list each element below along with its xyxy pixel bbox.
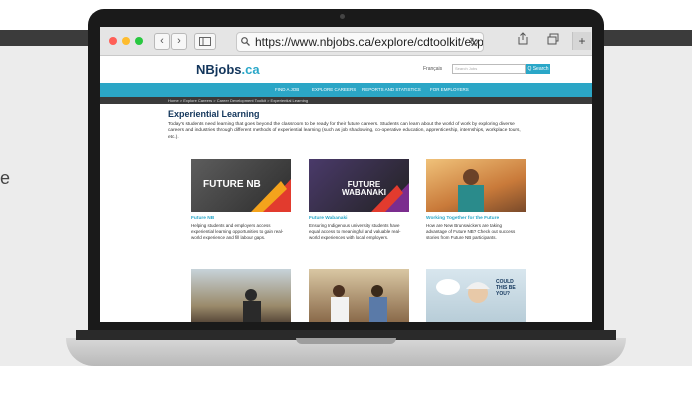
card-desc-future-nb: Helping students and employers access ex… [191,223,284,240]
intro-paragraph: Today's students need learning that goes… [168,122,521,140]
card-title-future-wabanaki[interactable]: Future Wabanaki [309,216,347,221]
reload-icon[interactable]: ↻ [469,33,479,51]
window-close-dot[interactable] [109,37,117,45]
future-nb-image-text: FUTURE NB [203,179,261,190]
tabs-icon[interactable] [544,32,562,50]
nav-find-a-job[interactable]: FIND A JOB [275,87,299,92]
language-link[interactable]: Français [423,66,442,72]
main-navigation: FIND A JOB EXPLORE CAREERS REPORTS AND S… [100,83,592,97]
url-text: https://www.nbjobs.ca/explore/cdtoolkit/… [255,35,484,49]
window-minimize-dot[interactable] [122,37,130,45]
side-text: e [0,168,11,188]
laptop-base [66,330,626,366]
laptop-lid: ‹ › https://www.nbjobs.ca/explore/cdtool… [88,9,604,342]
breadcrumb-text[interactable]: Home > Explore Careers > Career Developm… [168,98,308,103]
bottom-card-image-2[interactable] [309,269,409,322]
future-wabanaki-image[interactable]: FUTURE WABANAKI [309,159,409,212]
laptop-screen: ‹ › https://www.nbjobs.ca/explore/cdtool… [100,27,592,322]
bottom-card-image-1[interactable] [191,269,291,322]
card-title-future-nb[interactable]: Future NB [191,216,214,221]
sidebar-icon[interactable] [194,33,216,50]
browser-toolbar: ‹ › https://www.nbjobs.ca/explore/cdtool… [100,27,592,56]
card-title-working-together[interactable]: Working Together for the Future [426,216,499,221]
nav-for-employers[interactable]: FOR EMPLOYERS [430,87,469,92]
back-button[interactable]: ‹ [154,33,170,50]
working-together-image[interactable] [426,159,526,212]
search-input[interactable]: Search Jobs [452,64,526,74]
logo-nb: NB [196,62,215,77]
card-desc-future-wabanaki: Ensuring Indigenous university students … [309,223,401,240]
laptop-notch [296,338,396,344]
nav-explore-careers[interactable]: EXPLORE CAREERS [312,87,356,92]
future-nb-image[interactable]: FUTURE NB [191,159,291,212]
plus-icon[interactable]: + [572,32,591,50]
share-icon[interactable] [514,32,532,50]
bottom-card-text: COULD THIS BE YOU? [496,279,516,297]
card-desc-working-together: How are New Brunswickers are taking adva… [426,223,516,240]
address-bar[interactable]: https://www.nbjobs.ca/explore/cdtoolkit/… [236,32,484,52]
site-header: NBjobs.ca Français Search Jobs Q Search [100,56,592,83]
breadcrumb: Home > Explore Careers > Career Developm… [100,97,592,104]
site-logo[interactable]: NBjobs.ca [196,62,260,77]
search-button[interactable]: Q Search [526,64,550,74]
window-zoom-dot[interactable] [135,37,143,45]
camera-icon [340,14,345,19]
future-wabanaki-image-text: FUTURE WABANAKI [342,180,386,197]
bottom-card-image-3[interactable]: COULD THIS BE YOU? [426,269,526,322]
forward-button[interactable]: › [171,33,187,50]
logo-jobs: jobs [214,62,242,77]
search-icon [241,35,255,51]
nav-reports-statistics[interactable]: REPORTS AND STATISTICS [362,87,421,92]
logo-suffix: .ca [241,62,260,77]
page-title: Experiential Learning [168,109,260,119]
